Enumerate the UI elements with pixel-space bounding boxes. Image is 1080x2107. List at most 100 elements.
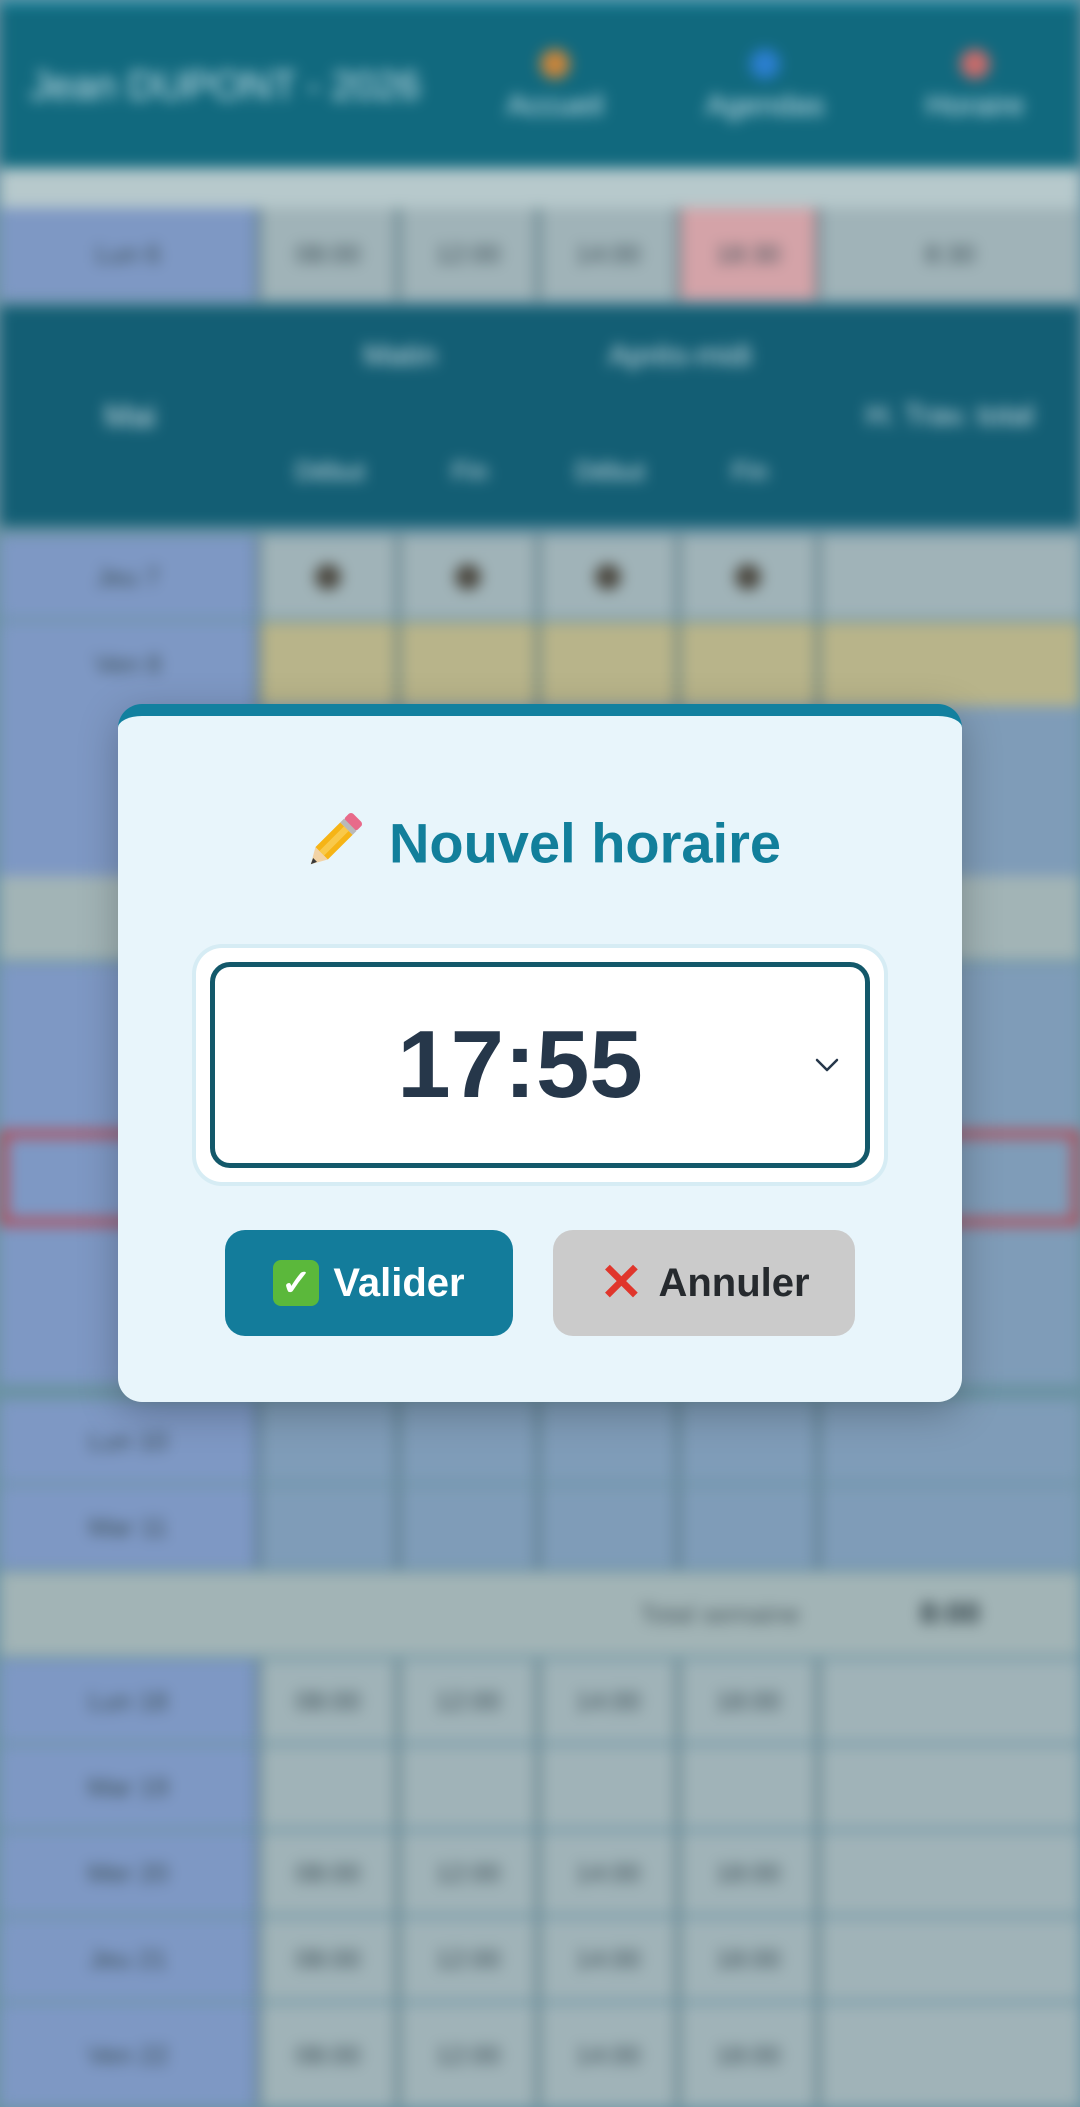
time-cell[interactable] bbox=[260, 1746, 400, 1828]
day-cell: Jeu 21 bbox=[0, 1918, 260, 2000]
time-cell[interactable]: 14:00 bbox=[540, 1918, 680, 2000]
time-cell[interactable]: 12:00 bbox=[400, 1832, 540, 1914]
dot-icon bbox=[455, 564, 481, 590]
time-cell[interactable]: 08:00 bbox=[260, 1832, 400, 1914]
nav-agendas-label: Agendas bbox=[705, 89, 825, 122]
time-cell[interactable] bbox=[400, 1486, 540, 1568]
time-cell[interactable] bbox=[260, 1486, 400, 1568]
nav-agendas[interactable]: Agendas bbox=[660, 49, 870, 123]
time-cell[interactable]: 14:00 bbox=[540, 1832, 680, 1914]
total-cell bbox=[820, 622, 1080, 706]
calendar-icon bbox=[750, 49, 780, 79]
validate-button-label: Valider bbox=[333, 1260, 465, 1305]
week-total-row: Total semaine 8:00 bbox=[0, 1572, 1080, 1656]
time-cell[interactable] bbox=[680, 1400, 820, 1482]
time-cell[interactable] bbox=[540, 1746, 680, 1828]
time-cell[interactable]: 12:00 bbox=[400, 2004, 540, 2107]
time-cell[interactable]: 18:00 bbox=[680, 1832, 820, 1914]
time-cell[interactable]: 14:00 bbox=[540, 2004, 680, 2107]
clock-icon bbox=[960, 49, 990, 79]
time-value: 17:55 bbox=[397, 1011, 643, 1118]
day-cell: Ven 22 bbox=[0, 2004, 260, 2107]
time-cell[interactable] bbox=[540, 622, 680, 706]
header-total: H. Trav. total bbox=[866, 399, 1034, 432]
cancel-button[interactable]: ✕ Annuler bbox=[553, 1230, 855, 1336]
check-mark-icon: ✓ bbox=[273, 1260, 320, 1306]
time-cell[interactable] bbox=[400, 622, 540, 706]
time-cell[interactable]: 08:00 bbox=[260, 1918, 400, 2000]
validate-button[interactable]: ✓ Valider bbox=[225, 1230, 513, 1336]
divider-strip bbox=[0, 168, 1080, 208]
nav-home-label: Accueil bbox=[506, 89, 604, 122]
time-cell[interactable]: 08:00 bbox=[260, 208, 400, 300]
week-total-label: Total semaine bbox=[639, 1598, 800, 1629]
table-row[interactable]: Ven 22 08:00 12:00 14:00 18:00 bbox=[0, 2004, 1080, 2107]
total-cell bbox=[820, 2004, 1080, 2107]
nav-horaire-label: Horaire bbox=[925, 89, 1025, 122]
header-afternoon: Après-midi bbox=[608, 339, 752, 372]
header-sub: Début bbox=[295, 455, 365, 486]
time-cell[interactable]: 18:00 bbox=[680, 2004, 820, 2107]
time-cell[interactable] bbox=[540, 1486, 680, 1568]
header-morning: Matin bbox=[363, 339, 437, 372]
time-cell[interactable] bbox=[540, 1400, 680, 1482]
time-cell[interactable]: 14:00 bbox=[540, 208, 680, 300]
time-cell[interactable]: 12:00 bbox=[400, 1660, 540, 1742]
day-cell: Lun 18 bbox=[0, 1660, 260, 1742]
time-cell[interactable]: 18:00 bbox=[680, 1660, 820, 1742]
total-cell: 8:30 bbox=[820, 208, 1080, 300]
time-cell[interactable]: 18:30 bbox=[680, 208, 820, 300]
header-sub: Fin bbox=[731, 455, 769, 486]
total-cell bbox=[820, 1486, 1080, 1568]
time-select[interactable]: 17:55 bbox=[210, 962, 870, 1168]
dot-icon bbox=[315, 564, 341, 590]
time-cell[interactable] bbox=[540, 536, 680, 618]
time-cell[interactable] bbox=[680, 1746, 820, 1828]
nav-horaire[interactable]: Horaire bbox=[870, 49, 1080, 123]
nav-home[interactable]: Accueil bbox=[450, 49, 660, 123]
table-row[interactable]: Jeu 21 08:00 12:00 14:00 18:00 bbox=[0, 1918, 1080, 2000]
header-sub: Début bbox=[575, 455, 645, 486]
time-cell[interactable]: 12:00 bbox=[400, 208, 540, 300]
time-cell[interactable] bbox=[400, 1400, 540, 1482]
total-cell bbox=[820, 1660, 1080, 1742]
table-row[interactable]: Ven 8 bbox=[0, 622, 1080, 706]
time-cell[interactable] bbox=[260, 622, 400, 706]
user-name: Jean DUPONT - 2026 bbox=[29, 64, 421, 108]
time-cell[interactable] bbox=[260, 536, 400, 618]
header-sub: Fin bbox=[451, 455, 489, 486]
time-cell[interactable]: 18:00 bbox=[680, 1918, 820, 2000]
time-cell[interactable]: 12:00 bbox=[400, 1918, 540, 2000]
dialog-title: Nouvel horaire bbox=[118, 806, 962, 889]
table-row[interactable]: Mar 11 bbox=[0, 1486, 1080, 1568]
table-row[interactable]: Lun 18 08:00 12:00 14:00 18:00 bbox=[0, 1660, 1080, 1742]
table-row[interactable]: Mar 19 bbox=[0, 1746, 1080, 1828]
dot-icon bbox=[735, 564, 761, 590]
table-header: Mai Matin Après-midi H. Trav. total Débu… bbox=[0, 306, 1080, 526]
time-cell[interactable]: 08:00 bbox=[260, 2004, 400, 2107]
table-row[interactable]: Lun 6 08:00 12:00 14:00 18:30 8:30 bbox=[0, 208, 1080, 300]
chevron-down-icon[interactable] bbox=[813, 1051, 841, 1079]
time-cell[interactable] bbox=[680, 536, 820, 618]
time-cell[interactable]: 14:00 bbox=[540, 1660, 680, 1742]
home-icon bbox=[540, 49, 570, 79]
day-cell: Mar 11 bbox=[0, 1486, 260, 1568]
header-month: Mai bbox=[104, 397, 156, 434]
time-cell[interactable] bbox=[400, 1746, 540, 1828]
table-row[interactable]: Mer 20 08:00 12:00 14:00 18:00 bbox=[0, 1832, 1080, 1914]
table-row[interactable]: Jeu 7 bbox=[0, 536, 1080, 618]
time-cell[interactable] bbox=[680, 622, 820, 706]
time-cell[interactable] bbox=[680, 1486, 820, 1568]
cancel-button-label: Annuler bbox=[658, 1260, 810, 1305]
day-cell: Lun 6 bbox=[0, 208, 260, 300]
pencil-icon bbox=[299, 806, 369, 889]
cross-mark-icon: ✕ bbox=[599, 1254, 644, 1312]
total-cell bbox=[820, 1400, 1080, 1482]
time-cell[interactable] bbox=[260, 1400, 400, 1482]
top-nav-bar: Jean DUPONT - 2026 Accueil Agendas Horai… bbox=[0, 0, 1080, 168]
time-cell[interactable] bbox=[400, 536, 540, 618]
day-cell: Mar 19 bbox=[0, 1746, 260, 1828]
table-row[interactable]: Lun 10 bbox=[0, 1400, 1080, 1482]
time-cell[interactable]: 08:00 bbox=[260, 1660, 400, 1742]
total-cell bbox=[820, 1746, 1080, 1828]
